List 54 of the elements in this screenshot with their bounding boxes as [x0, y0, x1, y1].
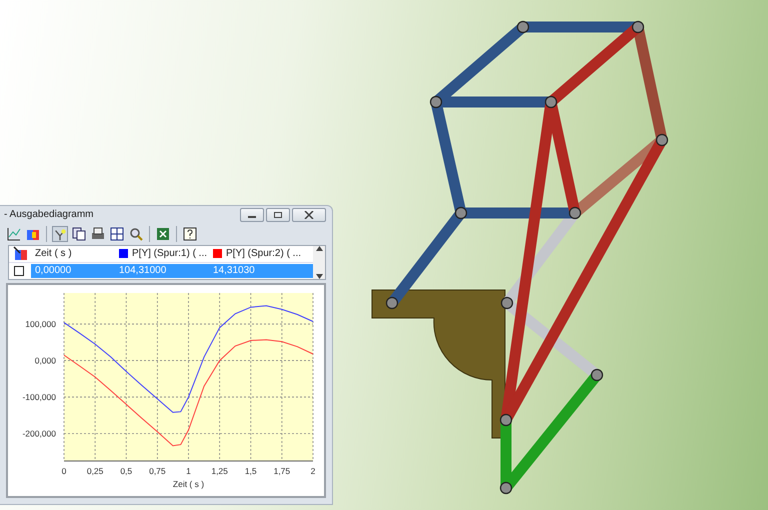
joint-pin — [500, 414, 512, 426]
x-tick-label: 0,5 — [120, 466, 132, 476]
maximize-button[interactable] — [266, 208, 290, 222]
joint-pin — [656, 134, 668, 146]
y-tick-label: -100,000 — [22, 392, 56, 402]
scroll-down-icon[interactable] — [316, 274, 322, 279]
scrollbar[interactable] — [313, 246, 325, 279]
joint-pin — [430, 96, 442, 108]
x-tick-label: 1,75 — [274, 466, 290, 476]
x-tick-label: 1,25 — [211, 466, 228, 476]
x-axis-title: Zeit ( s ) — [172, 479, 204, 489]
y-tick-label: -200,000 — [22, 428, 56, 439]
x-tick-label: 2 — [310, 466, 316, 476]
table-cell: 14,31030 — [209, 264, 313, 278]
y-tick-label: 100,000 — [25, 319, 56, 330]
joint-pin — [386, 296, 398, 310]
y-tick-label: 0,000 — [34, 356, 56, 366]
copy-icon[interactable] — [71, 226, 87, 242]
x-tick-label: 0,25 — [86, 466, 104, 476]
column-label: P[Y] (Spur:1) ( ... — [132, 248, 208, 260]
close-button[interactable] — [292, 208, 326, 222]
zoom-icon[interactable] — [128, 226, 144, 242]
grid-icon[interactable] — [109, 226, 125, 242]
joint-pin — [632, 20, 644, 34]
x-tick-label: 1,5 — [244, 466, 257, 476]
joint-pin — [516, 20, 530, 34]
filter-icon[interactable] — [52, 226, 68, 242]
spreadsheet-icon[interactable] — [155, 226, 171, 242]
column-header[interactable]: P[Y] (Spur:2) ( ... — [209, 246, 313, 263]
joint-pin — [590, 368, 604, 382]
column-label: Zeit ( s ) — [35, 248, 72, 260]
minimize-button[interactable] — [240, 208, 264, 222]
column-header[interactable]: P[Y] (Spur:1) ( ... — [115, 246, 209, 263]
joint-pin — [454, 206, 468, 220]
help-icon[interactable] — [182, 226, 198, 242]
x-tick-label: 0,75 — [149, 466, 166, 476]
scroll-up-icon[interactable] — [316, 246, 322, 251]
joint-pin — [500, 296, 514, 310]
joint-pin — [568, 206, 582, 220]
table-cell: 104,31000 — [115, 264, 209, 278]
window-title: - Ausgabediagramm — [4, 209, 94, 220]
chart-icon[interactable] — [6, 226, 22, 242]
print-icon[interactable] — [90, 226, 106, 242]
column-label: P[Y] (Spur:2) ( ... — [226, 248, 302, 260]
maximize-icon — [273, 210, 283, 219]
row-checkbox[interactable] — [14, 266, 24, 276]
joint-pin — [500, 482, 512, 494]
joint-pin — [544, 96, 558, 108]
column-header[interactable]: Zeit ( s ) — [31, 246, 115, 263]
x-tick-label: 1 — [186, 466, 191, 476]
close-icon — [304, 210, 314, 219]
table-cell: 0,00000 — [31, 264, 115, 278]
x-tick-label: 0 — [62, 466, 66, 476]
color-map-icon[interactable] — [13, 246, 29, 262]
